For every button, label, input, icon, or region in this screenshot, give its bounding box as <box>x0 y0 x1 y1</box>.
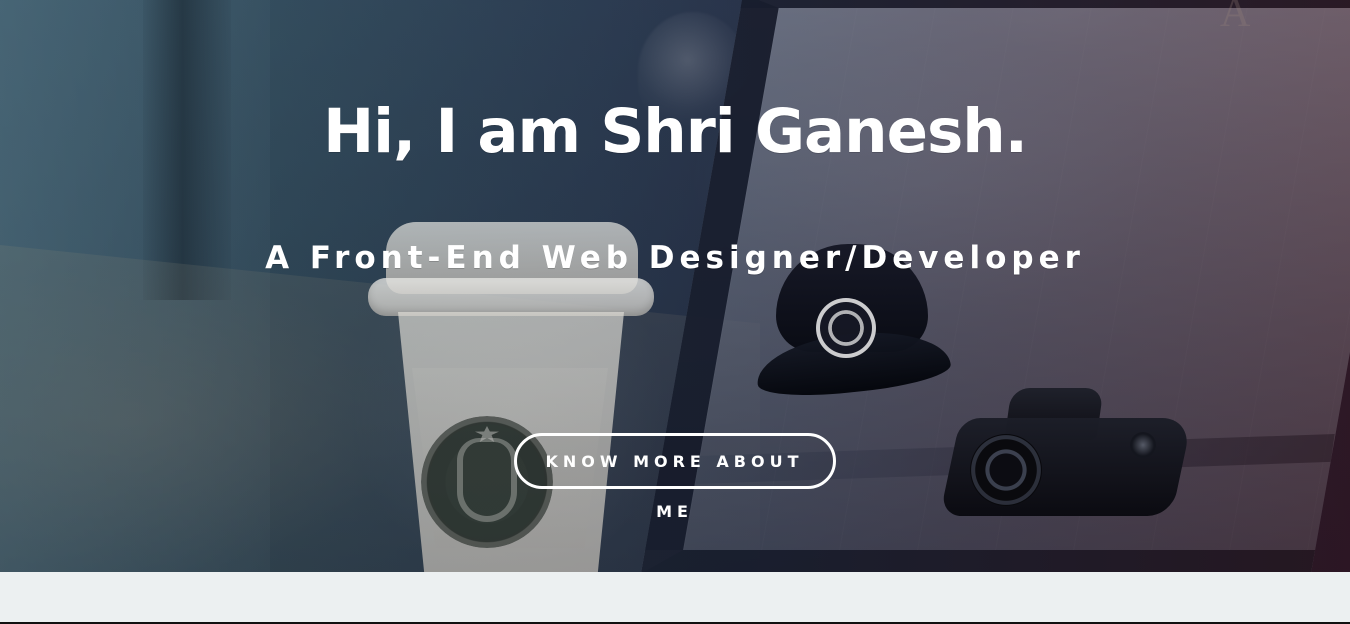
hero-headline: Hi, I am Shri Ganesh. <box>323 96 1028 167</box>
hero-section: A Hi, I am Shri Ganesh. A Front-End Web … <box>0 0 1350 572</box>
hero-content: Hi, I am Shri Ganesh. A Front-End Web De… <box>0 0 1350 572</box>
hero-subheadline: A Front-End Web Designer/Developer <box>265 240 1085 276</box>
know-more-about-me-button[interactable]: KNOW MORE ABOUT ME <box>514 433 836 521</box>
next-section-strip <box>0 572 1350 624</box>
